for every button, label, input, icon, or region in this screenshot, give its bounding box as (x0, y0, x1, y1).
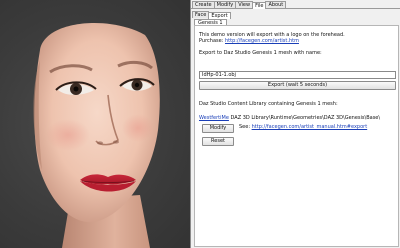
3d-viewport[interactable] (0, 0, 190, 248)
purchase-row: Purchase: http://facegen.com/artist.htm (199, 38, 299, 44)
tab-face[interactable]: Face (192, 11, 210, 18)
purchase-link[interactable]: http://facegen.com/artist.htm (225, 38, 299, 44)
artist-manual-link[interactable]: http://facegen.com/artist_manual.htm#exp… (252, 124, 368, 130)
modify-button[interactable]: Modify (202, 124, 234, 133)
content-library-label: Daz Studio Content Library containing Ge… (199, 101, 338, 107)
tab-modify[interactable]: Modify (213, 1, 237, 8)
export-content: This demo version will export with a log… (194, 25, 399, 247)
tab-view[interactable]: View (235, 1, 254, 8)
purchase-label: Purchase: (199, 38, 224, 44)
export-filename-input[interactable]: IdHp-01-1.obj (199, 71, 396, 79)
export-button[interactable]: Export (wait 5 seconds) (199, 81, 396, 90)
main-tab-bar: Create Modify View File About (191, 0, 400, 9)
sub-tab-bar: Face Export (191, 10, 400, 19)
tab-file[interactable]: File (252, 2, 267, 9)
face-render (33, 22, 160, 248)
see-row: See: http://facegen.com/artist_manual.ht… (239, 124, 367, 130)
tab-create[interactable]: Create (192, 1, 215, 8)
content-library-link[interactable]: WestfertiMe (199, 115, 229, 121)
tab-about[interactable]: About (265, 1, 287, 8)
reset-button[interactable]: Reset (202, 137, 234, 146)
export-name-label: Export to Daz Studio Genesis 1 mesh with… (199, 50, 322, 56)
see-label: See: (239, 124, 251, 130)
content-library-path: WestfertiMe DAZ 3D Library\Runtime\Geome… (199, 115, 380, 121)
content-library-path-text: DAZ 3D Library\Runtime\Geometries\DAZ 3D… (228, 115, 381, 121)
control-panel: Create Modify View File About Face Expor… (190, 0, 400, 248)
